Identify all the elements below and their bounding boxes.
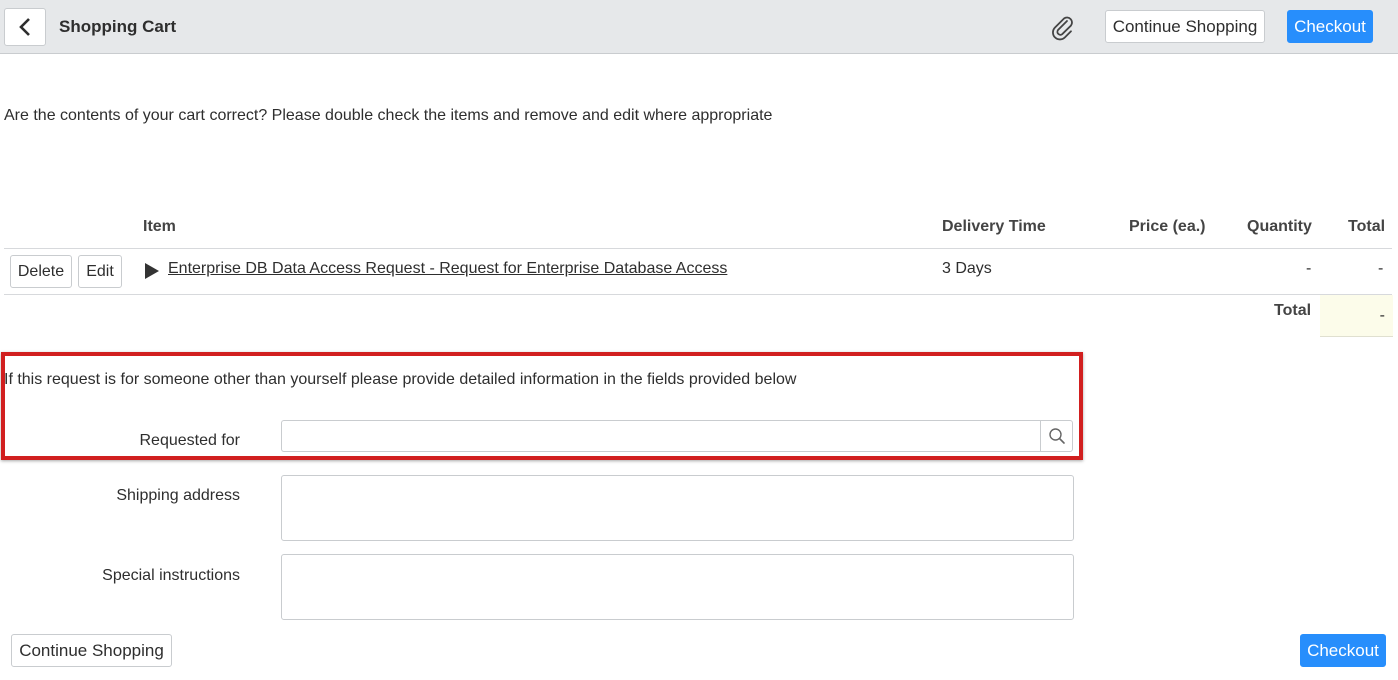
edit-button[interactable]: Edit <box>78 255 122 288</box>
shipping-address-field[interactable] <box>281 475 1074 541</box>
paperclip-icon <box>1052 16 1073 41</box>
requested-for-input[interactable] <box>281 420 1041 452</box>
column-header-quantity: Quantity <box>1247 218 1312 235</box>
checkout-button[interactable]: Checkout <box>1300 634 1386 667</box>
continue-shopping-button[interactable]: Continue Shopping <box>11 634 172 667</box>
item-link[interactable]: Enterprise DB Data Access Request - Requ… <box>168 260 727 278</box>
cart-instructions: Are the contents of your cart correct? P… <box>4 107 773 124</box>
column-header-price: Price (ea.) <box>1129 218 1206 235</box>
grand-total-label: Total <box>1274 302 1312 319</box>
divider <box>4 248 1392 249</box>
special-instructions-label: Special instructions <box>102 567 240 584</box>
column-header-total: Total <box>1348 218 1386 235</box>
total-cell: - <box>1378 260 1384 277</box>
divider <box>4 294 1392 295</box>
page-title: Shopping Cart <box>59 17 177 36</box>
continue-shopping-button[interactable]: Continue Shopping <box>1105 10 1265 43</box>
requested-for-label: Requested for <box>139 432 240 449</box>
top-bar: Shopping Cart Continue Shopping Checkout <box>0 0 1398 54</box>
column-header-delivery: Delivery Time <box>942 218 1046 235</box>
attachment-button[interactable] <box>1049 14 1077 42</box>
grand-total-value: - <box>1320 295 1393 337</box>
column-header-item: Item <box>143 218 176 235</box>
special-instructions-field[interactable] <box>281 554 1074 620</box>
quantity-cell: - <box>1306 260 1312 277</box>
checkout-button[interactable]: Checkout <box>1287 10 1373 43</box>
search-icon <box>1048 428 1065 444</box>
delivery-time-cell: 3 Days <box>942 260 992 277</box>
delete-button[interactable]: Delete <box>10 255 72 288</box>
requested-for-note: If this request is for someone other tha… <box>4 371 797 388</box>
lookup-button[interactable] <box>1040 420 1073 452</box>
shipping-address-label: Shipping address <box>116 487 240 504</box>
back-button[interactable] <box>4 8 46 46</box>
chevron-left-icon <box>19 18 30 36</box>
expand-arrow-icon[interactable] <box>144 263 160 279</box>
